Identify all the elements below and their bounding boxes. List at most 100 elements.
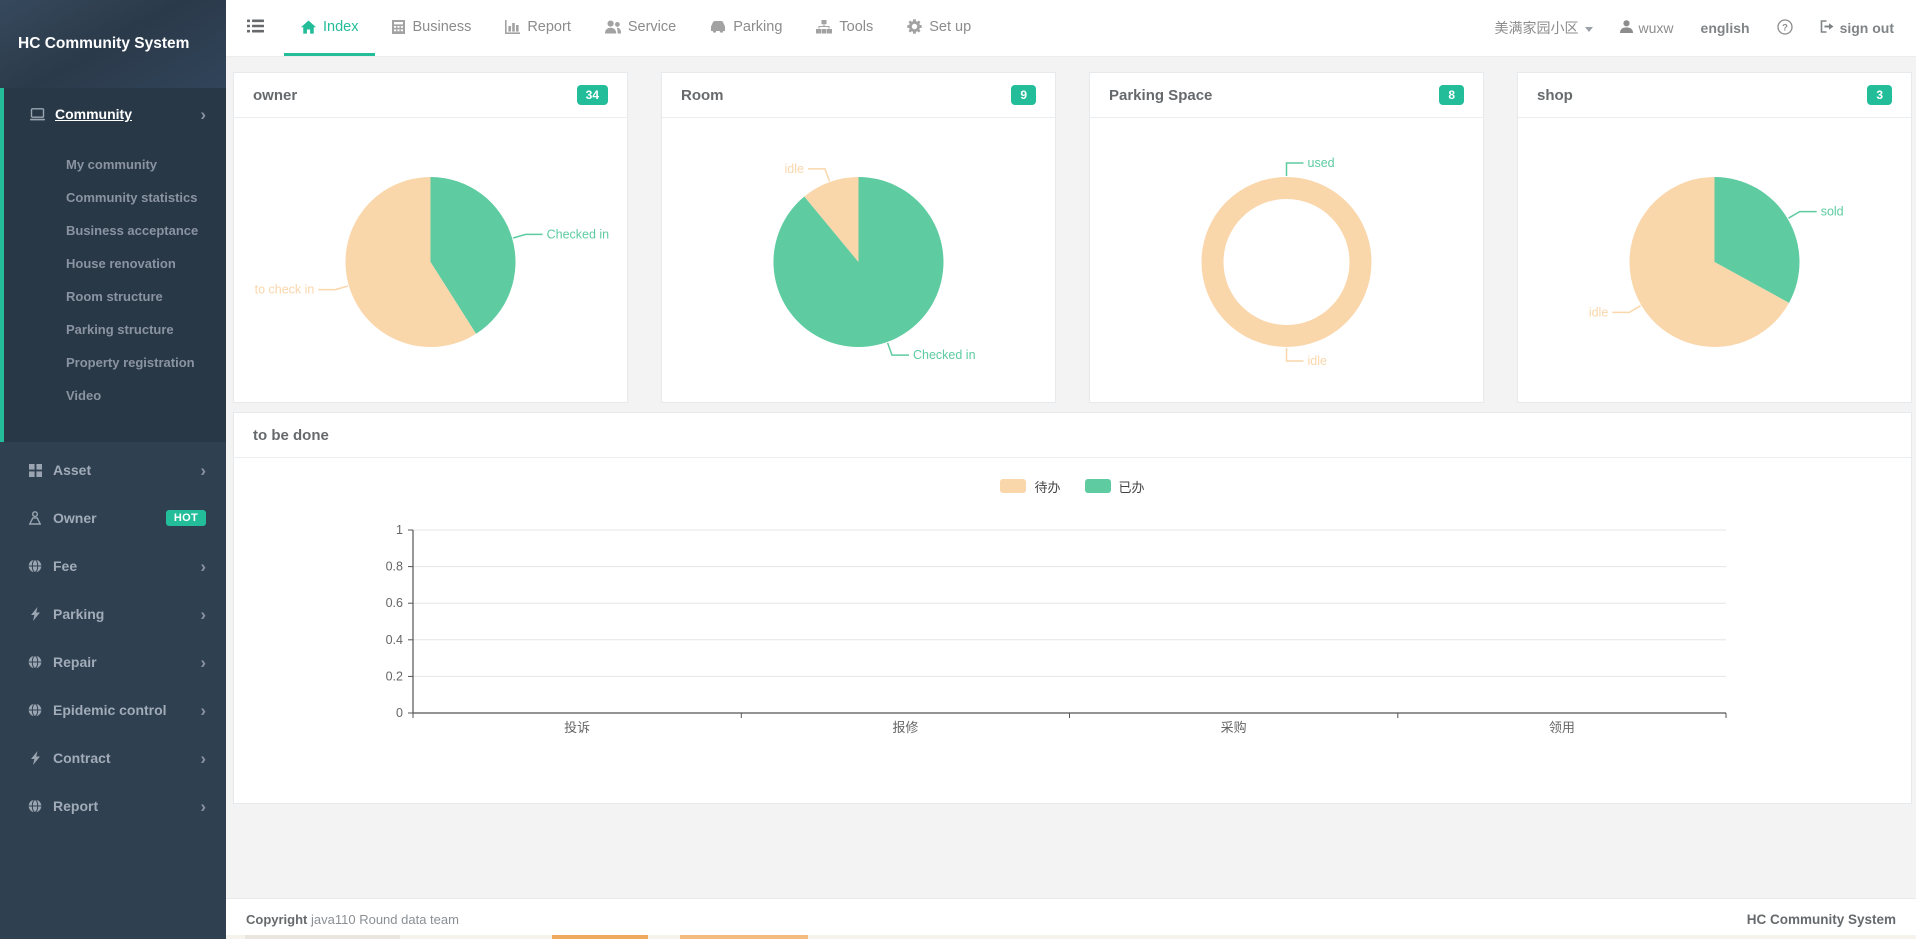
bottom-strip [226,935,1916,939]
sidebar-item-label: Community [55,106,132,122]
room-pie-chart: Checked inidle [662,118,1055,402]
tab-label: Index [323,19,358,35]
strip-segment [245,935,400,939]
svg-text:1: 1 [396,523,403,537]
tab-label: Service [628,19,676,35]
count-badge: 3 [1867,85,1892,105]
shop-pie-chart: soldidle [1518,118,1911,402]
calculator-icon [392,20,405,34]
card-header: Parking Space 8 [1090,73,1483,118]
sidebar-item-label: Epidemic control [53,702,167,718]
sidebar-item-fee[interactable]: Fee › [0,542,226,590]
sitemap-icon [816,20,832,34]
sidebar-subitem-parking-structure[interactable]: Parking structure [4,313,226,346]
question-circle-icon: ? [1777,19,1793,38]
chevron-right-icon: › [200,106,206,123]
tab-tools[interactable]: Tools [799,0,890,56]
bolt-icon [26,607,44,621]
legend-item-pending[interactable]: 待办 [1000,477,1060,496]
sidebar-subitem-room-structure[interactable]: Room structure [4,280,226,313]
sidebar-item-owner[interactable]: Owner HOT [0,494,226,542]
svg-text:0.8: 0.8 [386,560,403,574]
svg-text:0: 0 [396,706,403,720]
sidebar-nav: Community › My community Community stati… [0,88,226,830]
bolt-icon [26,751,44,765]
sidebar-section-community: Community › My community Community stati… [0,88,226,442]
username: wuxw [1639,20,1674,36]
owner-pie-chart: Checked into check in [234,118,627,402]
hot-badge: HOT [166,510,206,526]
sidebar-item-community[interactable]: Community › [4,88,226,140]
globe-icon [26,703,44,717]
svg-text:投诉: 投诉 [564,720,590,735]
legend-swatch [1085,479,1111,493]
main-content: owner 34 Checked into check in Room 9 Ch… [226,57,1916,898]
chevron-right-icon: › [200,558,206,575]
legend-item-done[interactable]: 已办 [1085,477,1145,496]
sidebar-item-label: Owner [53,510,97,526]
strip-segment [552,935,648,939]
svg-text:idle: idle [1589,305,1609,319]
svg-text:0.2: 0.2 [386,669,403,683]
sidebar-subitem-video[interactable]: Video [4,379,226,412]
legend-label: 待办 [1034,477,1060,496]
sidebar-item-label: Report [53,798,98,814]
help-button[interactable]: ? [1777,19,1793,38]
tab-report[interactable]: Report [488,0,588,56]
chart-legend: 待办 已办 [234,458,1911,498]
tab-service[interactable]: Service [588,0,693,56]
sidebar-item-report[interactable]: Report › [0,782,226,830]
svg-text:0.4: 0.4 [386,633,403,647]
strip-segment [680,935,808,939]
tab-label: Parking [733,19,782,35]
sidebar-subitem-community-statistics[interactable]: Community statistics [4,181,226,214]
sidebar-item-label: Repair [53,654,97,670]
card-title: owner [253,87,297,104]
card-parking-space: Parking Space 8 used idle [1089,72,1484,403]
sidebar: HC Community System Community › My commu… [0,0,226,939]
svg-text:Checked in: Checked in [913,348,976,362]
count-badge: 9 [1011,85,1036,105]
count-badge: 8 [1439,85,1464,105]
svg-text:used: used [1308,156,1335,170]
tab-label: Business [412,19,471,35]
topbar-right: 美满家园小区 wuxw english ? sign out [1495,0,1916,56]
list-menu-icon [247,19,264,38]
tab-set-up[interactable]: Set up [890,0,988,56]
sidebar-subitem-house-renovation[interactable]: House renovation [4,247,226,280]
language-switch[interactable]: english [1701,20,1750,36]
sidebar-subitem-my-community[interactable]: My community [4,148,226,181]
menu-toggle-button[interactable] [226,0,284,56]
sidebar-subitem-business-acceptance[interactable]: Business acceptance [4,214,226,247]
home-icon [301,20,316,34]
tab-business[interactable]: Business [375,0,488,56]
chevron-right-icon: › [200,702,206,719]
svg-text:idle: idle [1308,354,1328,368]
sign-out-label: sign out [1840,20,1894,36]
sidebar-item-epidemic-control[interactable]: Epidemic control › [0,686,226,734]
tab-label: Set up [929,19,971,35]
sidebar-item-repair[interactable]: Repair › [0,638,226,686]
community-selector[interactable]: 美满家园小区 [1495,18,1593,38]
count-badge: 34 [577,85,608,105]
car-icon [710,20,726,33]
globe-icon [26,799,44,813]
copyright-label: Copyright [246,912,307,927]
footer: Copyright java110 Round data team HC Com… [226,898,1916,939]
user-menu[interactable]: wuxw [1620,20,1674,36]
sidebar-subitem-property-registration[interactable]: Property registration [4,346,226,379]
gear-icon [907,19,922,34]
card-owner: owner 34 Checked into check in [233,72,628,403]
tab-index[interactable]: Index [284,0,375,56]
user-icon [1620,20,1633,36]
tab-parking[interactable]: Parking [693,0,799,56]
sidebar-item-asset[interactable]: Asset › [0,446,226,494]
sign-out-icon [1820,20,1834,36]
sidebar-item-contract[interactable]: Contract › [0,734,226,782]
sidebar-item-parking[interactable]: Parking › [0,590,226,638]
caret-down-icon [1585,27,1593,32]
sign-out-button[interactable]: sign out [1820,20,1894,36]
svg-text:报修: 报修 [892,720,918,735]
card-title: shop [1537,87,1573,104]
card-title: to be done [253,427,329,444]
